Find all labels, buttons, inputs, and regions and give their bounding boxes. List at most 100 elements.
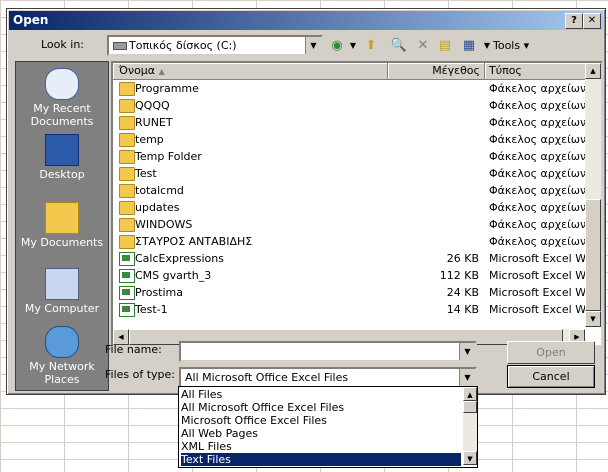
views-icon[interactable]: ▦ — [459, 37, 479, 55]
file-type-option[interactable]: XML Files — [181, 440, 461, 453]
column-header-type[interactable]: Τύπος — [485, 63, 586, 80]
file-name-input[interactable]: ▼ — [179, 341, 477, 362]
file-type: Φάκελος αρχείων — [489, 201, 587, 214]
file-type: Φάκελος αρχείων — [489, 235, 587, 248]
file-row[interactable]: updates Φάκελος αρχείων — [113, 199, 587, 216]
column-header-name[interactable]: Όνομα ▲ — [113, 63, 388, 80]
file-row[interactable]: Temp Folder Φάκελος αρχείων — [113, 148, 587, 165]
open-button[interactable]: Open — [507, 341, 595, 364]
file-name: QQQQ — [135, 99, 170, 112]
file-name: totalcmd — [135, 184, 184, 197]
column-type-label: Τύπος — [489, 64, 522, 77]
place-my-documents[interactable]: My Documents — [16, 202, 108, 249]
folder-icon — [119, 150, 135, 164]
file-name: CMS gvarth_3 — [135, 269, 212, 282]
dialog-title: Open — [13, 13, 49, 27]
desktop-icon — [45, 134, 79, 166]
up-folder-icon[interactable]: ⬆ — [361, 37, 381, 55]
cancel-button[interactable]: Cancel — [507, 365, 595, 388]
file-type-option[interactable]: Microsoft Office Excel Files — [181, 414, 461, 427]
look-in-combo[interactable]: Τοπικός δίσκος (C:) ▼ — [107, 35, 323, 56]
file-type: Φάκελος αρχείων — [489, 133, 587, 146]
file-type: Φάκελος αρχείων — [489, 99, 587, 112]
file-row[interactable]: Programme Φάκελος αρχείων — [113, 80, 586, 97]
place-my-computer[interactable]: My Computer — [16, 268, 108, 315]
file-row[interactable]: CalcExpressions 26 KB Microsoft Excel Wor — [113, 250, 597, 267]
file-type: Φάκελος αρχείων — [489, 116, 587, 129]
tools-menu[interactable]: Tools ▾ — [493, 37, 533, 55]
file-name: Programme — [135, 82, 199, 95]
folder-icon — [119, 82, 135, 96]
new-folder-icon[interactable]: ▤ — [435, 37, 455, 55]
file-row[interactable]: Test Φάκελος αρχείων — [113, 165, 587, 182]
vertical-scroll-thumb[interactable] — [585, 199, 601, 311]
file-type: Microsoft Excel Wor — [489, 269, 597, 282]
file-row[interactable]: RUNET Φάκελος αρχείων — [113, 114, 587, 131]
file-type: Φάκελος αρχείων — [489, 150, 587, 163]
cancel-label: Cancel — [532, 370, 570, 383]
place-recent[interactable]: My Recent Documents — [16, 68, 108, 128]
file-row[interactable]: CMS gvarth_3 112 KB Microsoft Excel Wor — [113, 267, 597, 284]
recent-documents-icon — [45, 68, 79, 100]
folder-icon — [119, 235, 135, 249]
file-name: updates — [135, 201, 180, 214]
place-network[interactable]: My Network Places — [16, 326, 108, 386]
network-places-icon — [45, 326, 79, 358]
file-type: Φάκελος αρχείων — [489, 167, 587, 180]
vertical-scrollbar[interactable]: ▲ ▼ — [585, 63, 601, 327]
file-row[interactable]: Test-1 14 KB Microsoft Excel Wor — [113, 301, 597, 318]
place-label: My Documents — [20, 236, 104, 249]
files-of-type-combo[interactable]: All Microsoft Office Excel Files ▼ — [179, 367, 477, 388]
folder-icon — [119, 184, 135, 198]
file-row[interactable]: temp Φάκελος αρχείων — [113, 131, 587, 148]
chevron-down-icon[interactable]: ▼ — [459, 343, 475, 360]
open-label: Open — [536, 346, 566, 359]
help-button[interactable]: ? — [565, 13, 583, 29]
file-row[interactable]: totalcmd Φάκελος αρχείων — [113, 182, 586, 199]
dropdown-scrollbar[interactable]: ▲ ▼ — [463, 387, 477, 465]
place-label: My Computer — [24, 302, 100, 315]
files-of-type-value: All Microsoft Office Excel Files — [185, 371, 349, 384]
place-desktop[interactable]: Desktop — [16, 134, 108, 181]
file-name-label: File name: — [105, 343, 162, 356]
column-header-size[interactable]: Μέγεθος — [388, 63, 485, 80]
excel-file-icon — [119, 286, 135, 300]
file-name: Temp Folder — [135, 150, 202, 163]
scroll-up-icon[interactable]: ▲ — [585, 63, 601, 79]
file-row[interactable]: WINDOWS Φάκελος αρχείων — [113, 216, 586, 233]
places-bar: My Recent Documents Desktop My Documents… — [15, 61, 109, 391]
file-type-option[interactable]: All Microsoft Office Excel Files — [181, 401, 461, 414]
chevron-down-icon[interactable]: ▼ — [459, 369, 475, 386]
file-type-option[interactable]: All Files — [181, 388, 461, 401]
scroll-down-icon[interactable]: ▼ — [585, 311, 601, 327]
dropdown-scroll-up-icon[interactable]: ▲ — [463, 387, 477, 401]
file-type-option[interactable]: All Web Pages — [181, 427, 461, 440]
place-label: My Recent Documents — [30, 102, 94, 128]
file-type-option[interactable]: Text Files — [181, 453, 461, 466]
file-type-dropdown-list[interactable]: All Files All Microsoft Office Excel File… — [178, 386, 478, 468]
excel-file-icon — [119, 252, 135, 266]
file-name: WINDOWS — [135, 218, 193, 231]
chevron-down-icon[interactable]: ▼ — [305, 37, 321, 54]
file-name: Prostima — [135, 286, 184, 299]
close-button[interactable]: ✕ — [583, 13, 601, 29]
tools-label: Tools — [493, 39, 521, 52]
column-name-label: Όνομα — [119, 64, 156, 77]
file-row[interactable]: Prostima 24 KB Microsoft Excel Wor — [113, 284, 597, 301]
folder-icon — [119, 116, 135, 130]
file-name: ΣΤΑΥΡΟΣ ΑΝΤΑΒΙΔΗΣ — [135, 235, 253, 248]
place-label: Desktop — [39, 168, 85, 181]
my-computer-icon — [45, 268, 79, 300]
file-row[interactable]: QQQQ Φάκελος αρχείων — [113, 97, 587, 114]
dropdown-scroll-down-icon[interactable]: ▼ — [463, 451, 477, 465]
file-row[interactable]: ΣΤΑΥΡΟΣ ΑΝΤΑΒΙΔΗΣ Φάκελος αρχείων — [113, 233, 587, 250]
title-bar: Open ? ✕ — [9, 11, 603, 30]
file-size: 14 KB — [446, 303, 479, 316]
delete-icon[interactable]: ✕ — [413, 37, 433, 55]
file-list[interactable]: Όνομα ▲ Μέγεθος Τύπος Programme Φάκελος α… — [111, 61, 603, 347]
back-dropdown-icon[interactable]: ▼ — [343, 37, 363, 55]
dropdown-scroll-thumb[interactable] — [463, 401, 477, 413]
file-size: 112 KB — [439, 269, 479, 282]
excel-file-icon — [119, 269, 135, 283]
search-web-icon[interactable]: 🔍 — [389, 37, 409, 55]
